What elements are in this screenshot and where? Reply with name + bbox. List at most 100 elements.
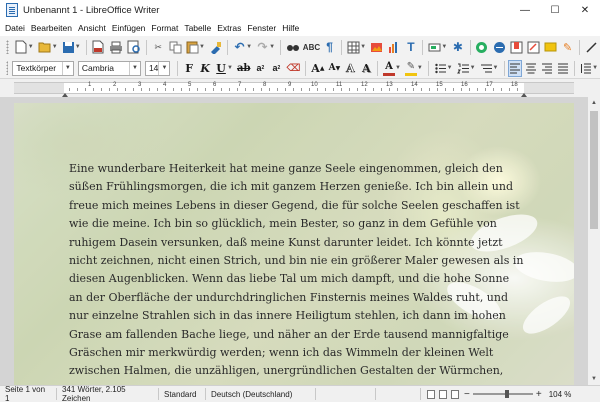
vertical-scrollbar[interactable]: ▲ ▼	[588, 97, 600, 385]
page[interactable]: Eine wunderbare Heiterkeit hat meine gan…	[14, 103, 574, 385]
menu-einfuegen[interactable]: Einfügen	[109, 23, 149, 33]
zoom-out-icon[interactable]: −	[461, 389, 473, 400]
open-folder-icon[interactable]	[38, 40, 52, 55]
track-changes-icon[interactable]: ✎	[561, 40, 574, 55]
toolbar-grip[interactable]	[6, 40, 9, 54]
justify-icon[interactable]	[557, 61, 569, 76]
menu-hilfe[interactable]: Hilfe	[279, 23, 302, 33]
zoom-percentage[interactable]: 104 %	[545, 390, 572, 399]
scroll-up-icon[interactable]: ▲	[588, 97, 600, 109]
insert-chart-icon[interactable]	[387, 40, 400, 55]
numbered-list-icon[interactable]	[456, 61, 470, 76]
shrink-font-icon[interactable]: A ▼	[328, 61, 341, 76]
minimize-button[interactable]: —	[510, 0, 540, 20]
menu-datei[interactable]: Datei	[2, 23, 28, 33]
superscript-icon[interactable]: a2	[254, 61, 266, 76]
chevron-down-icon[interactable]: ▼	[360, 44, 366, 50]
insert-table-icon[interactable]	[347, 40, 360, 55]
chevron-down-icon[interactable]: ▼	[227, 65, 233, 71]
chevron-down-icon[interactable]: ▼	[470, 65, 476, 71]
highlight-color-icon[interactable]: ✎	[404, 61, 417, 76]
find-replace-icon[interactable]	[286, 40, 300, 55]
clear-formatting-icon[interactable]: ⌫	[286, 61, 300, 76]
line-spacing-icon[interactable]	[580, 61, 592, 76]
paste-icon[interactable]	[186, 40, 199, 55]
chevron-down-icon[interactable]: ▼	[417, 65, 423, 71]
insert-line-icon[interactable]	[585, 40, 598, 55]
new-document-icon[interactable]	[15, 40, 28, 55]
bullet-list-icon[interactable]	[434, 61, 447, 76]
shadow-font-icon[interactable]: A	[360, 61, 372, 76]
close-button[interactable]: ✕	[570, 0, 600, 20]
menu-tabelle[interactable]: Tabelle	[181, 23, 214, 33]
subscript-icon[interactable]: a2	[270, 61, 282, 76]
insert-hyperlink-icon[interactable]	[475, 40, 488, 55]
align-right-icon[interactable]	[541, 61, 553, 76]
insert-cross-reference-icon[interactable]	[527, 40, 540, 55]
chevron-down-icon[interactable]: ▼	[395, 65, 401, 71]
font-name-select[interactable]: Cambria ▼	[77, 60, 141, 76]
chevron-down-icon[interactable]: ▼	[269, 44, 275, 50]
insert-field-icon[interactable]	[428, 40, 441, 55]
page-style[interactable]: Standard	[159, 388, 206, 400]
insert-image-icon[interactable]	[370, 40, 383, 55]
menu-ansicht[interactable]: Ansicht	[75, 23, 109, 33]
strikethrough-icon[interactable]: ab	[237, 61, 250, 76]
menu-extras[interactable]: Extras	[214, 23, 244, 33]
outline-list-icon[interactable]	[480, 61, 493, 76]
multi-page-view-icon[interactable]	[439, 389, 447, 399]
menu-bearbeiten[interactable]: Bearbeiten	[28, 23, 75, 33]
clone-formatting-icon[interactable]	[209, 40, 222, 55]
formatting-marks-icon[interactable]: ¶	[323, 40, 336, 55]
maximize-button[interactable]: ☐	[540, 0, 570, 20]
chevron-down-icon[interactable]: ▼	[28, 44, 34, 50]
zoom-slider[interactable]	[472, 388, 533, 400]
chevron-down-icon[interactable]: ▼	[61, 61, 73, 75]
chevron-down-icon[interactable]: ▼	[592, 65, 598, 71]
chevron-down-icon[interactable]: ▼	[158, 61, 169, 75]
redo-icon[interactable]: ↷	[256, 40, 269, 55]
scrollbar-thumb[interactable]	[590, 111, 598, 229]
chevron-down-icon[interactable]: ▼	[52, 44, 58, 50]
toolbar-grip[interactable]	[6, 61, 9, 75]
insert-footnote-icon[interactable]	[493, 40, 506, 55]
zoom-in-icon[interactable]: +	[533, 389, 545, 400]
undo-icon[interactable]: ↶	[233, 40, 246, 55]
export-pdf-icon[interactable]	[92, 40, 105, 55]
language[interactable]: Deutsch (Deutschland)	[206, 388, 316, 400]
scroll-down-icon[interactable]: ▼	[588, 373, 600, 385]
cut-icon[interactable]: ✂	[152, 40, 165, 55]
menu-format[interactable]: Format	[148, 23, 181, 33]
zoom-slider-knob[interactable]	[504, 390, 509, 398]
chevron-down-icon[interactable]: ▼	[199, 44, 205, 50]
font-color-icon[interactable]: A	[383, 61, 395, 76]
align-center-icon[interactable]	[525, 61, 537, 76]
chevron-down-icon[interactable]: ▼	[75, 44, 81, 50]
print-preview-icon[interactable]	[127, 40, 141, 55]
spelling-icon[interactable]: ABC	[303, 40, 320, 55]
single-page-view-icon[interactable]	[427, 389, 435, 399]
chevron-down-icon[interactable]: ▼	[441, 44, 447, 50]
insert-textbox-icon[interactable]: T	[404, 40, 417, 55]
insert-comment-icon[interactable]	[544, 40, 557, 55]
chevron-down-icon[interactable]: ▼	[128, 61, 140, 75]
italic-icon[interactable]: K	[199, 61, 211, 76]
ruler[interactable]: 1 2 3 4 5 6 7 8 9 10 11 12 13 14 15 16 1…	[0, 79, 600, 97]
grow-font-icon[interactable]: A ▲	[311, 61, 324, 76]
chevron-down-icon[interactable]: ▼	[246, 44, 252, 50]
insert-bookmark-icon[interactable]	[510, 40, 523, 55]
paragraph-style-select[interactable]: Textkörper ▼	[12, 60, 74, 76]
word-count[interactable]: 341 Wörter, 2.105 Zeichen	[57, 385, 159, 402]
insert-special-character-icon[interactable]: ✱	[451, 40, 464, 55]
save-icon[interactable]	[62, 40, 75, 55]
document-canvas[interactable]: Eine wunderbare Heiterkeit hat meine gan…	[0, 97, 588, 385]
print-icon[interactable]	[109, 40, 123, 55]
book-view-icon[interactable]	[451, 389, 459, 399]
chevron-down-icon[interactable]: ▼	[447, 65, 453, 71]
chevron-down-icon[interactable]: ▼	[493, 65, 499, 71]
align-left-icon[interactable]	[508, 59, 523, 77]
document-body-text[interactable]: Eine wunderbare Heiterkeit hat meine gan…	[69, 160, 524, 381]
font-size-select[interactable]: 14 ▼	[144, 60, 171, 76]
outline-font-icon[interactable]: A	[344, 61, 356, 76]
bold-icon[interactable]: F	[183, 61, 195, 76]
